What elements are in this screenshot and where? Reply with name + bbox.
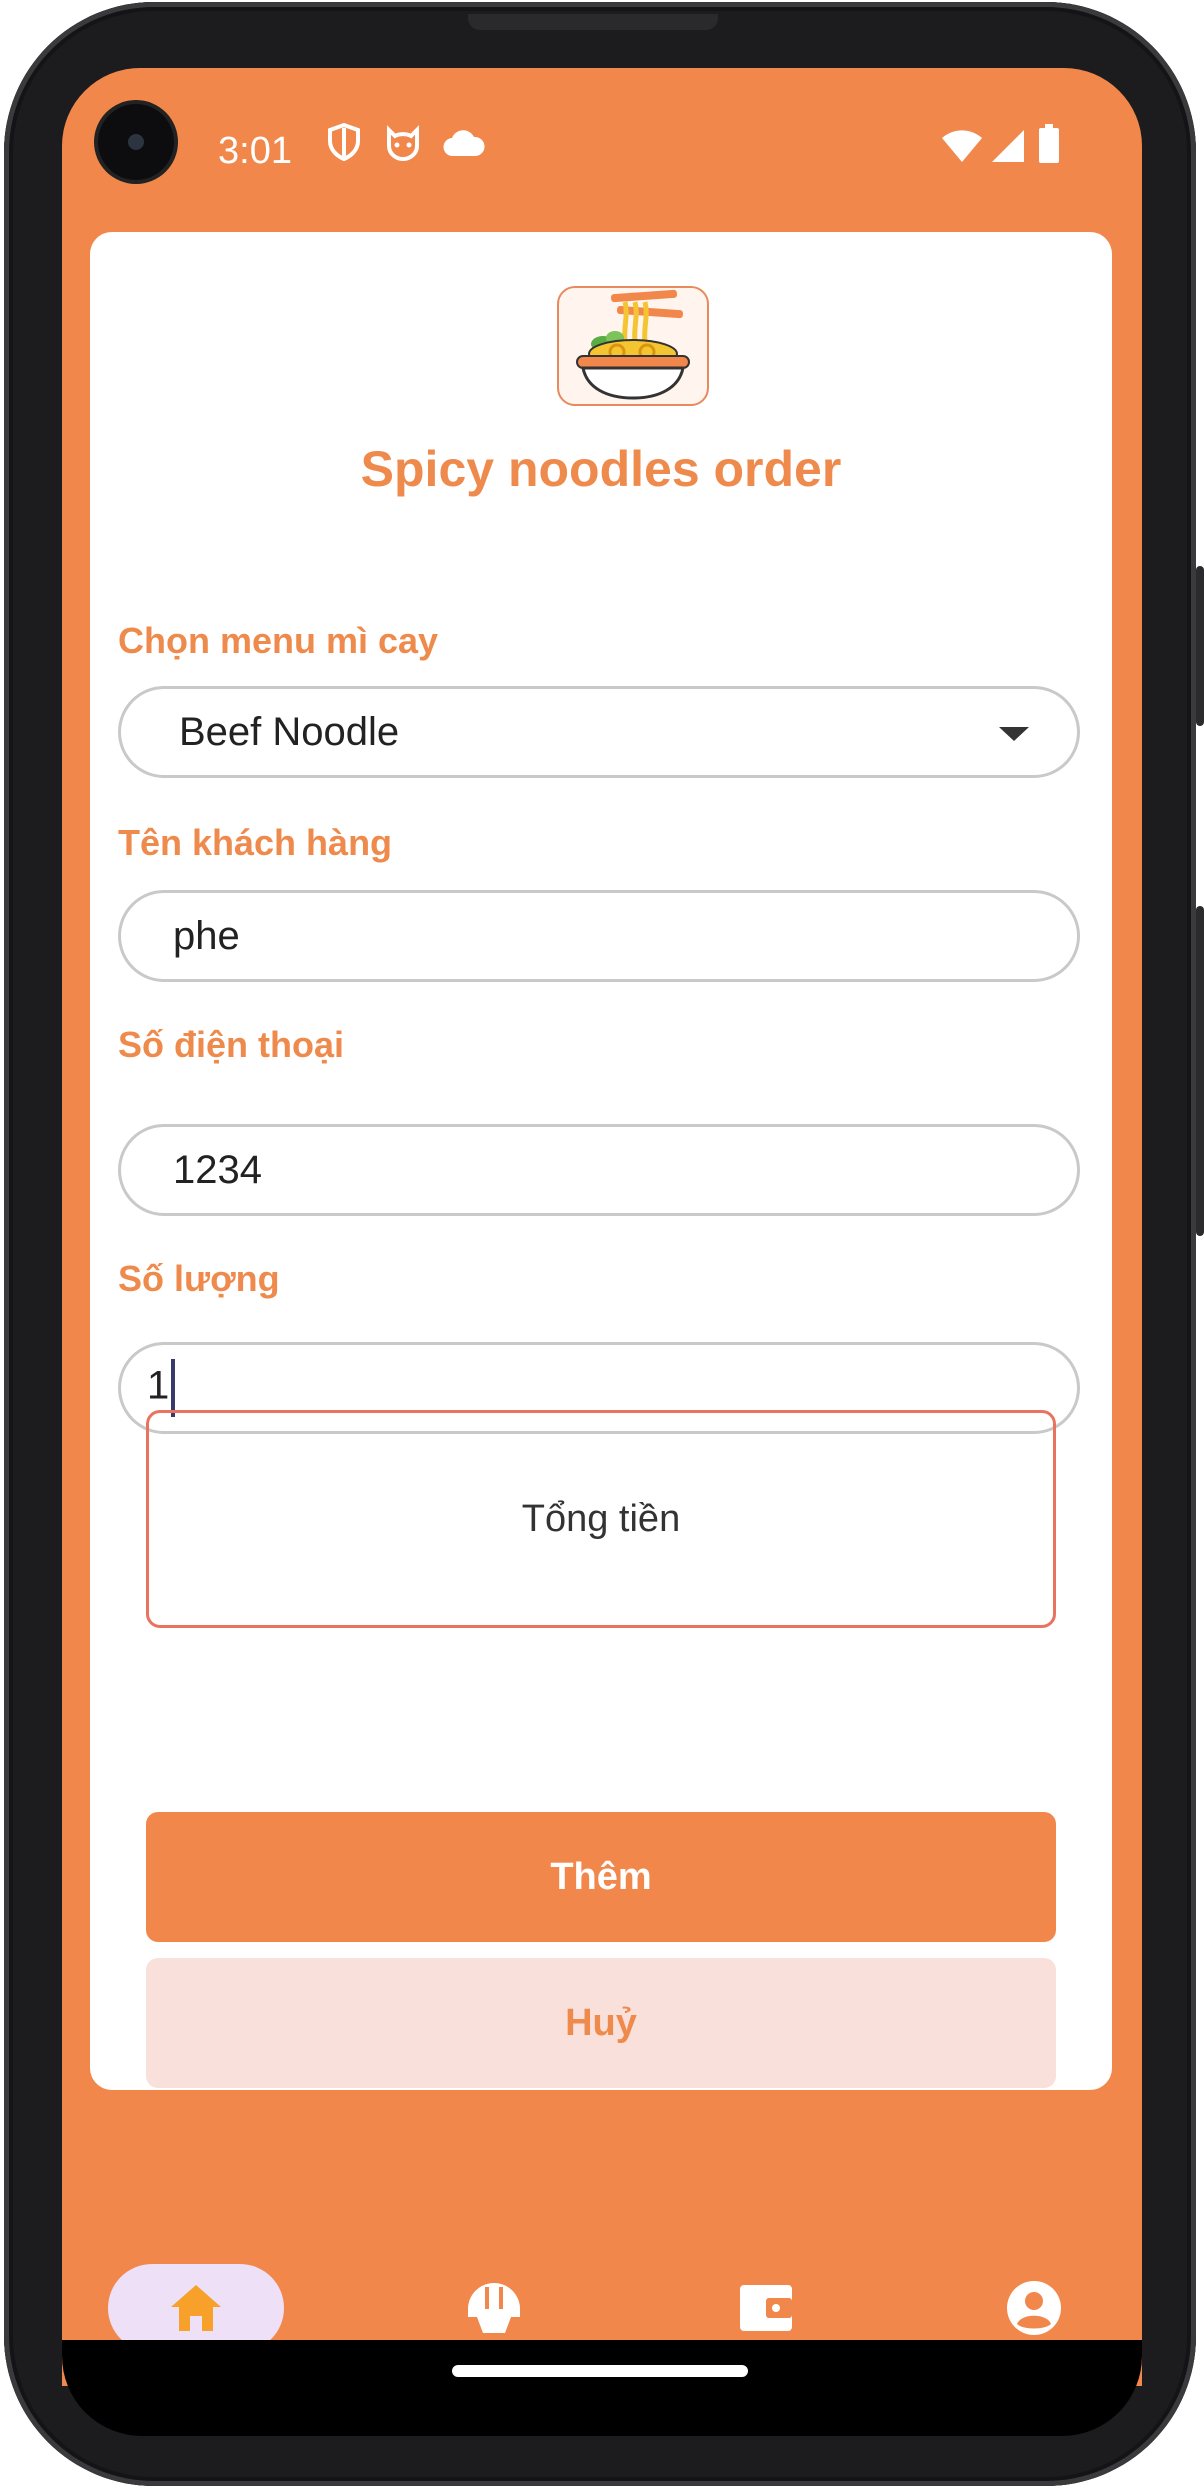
quantity-value: 1: [121, 1359, 176, 1417]
nav-item-menu[interactable]: [434, 2264, 554, 2352]
nav-item-home[interactable]: [108, 2264, 284, 2352]
side-button-power: [1196, 906, 1204, 1236]
quantity-label: Số lượng: [118, 1258, 280, 1299]
app-screen: 3:01 Spicy noodles order Chọn menu mì ca…: [62, 68, 1142, 2386]
gesture-bar-area: [62, 2340, 1142, 2436]
home-gesture-handle[interactable]: [452, 2365, 748, 2377]
add-button[interactable]: Thêm: [146, 1812, 1056, 1942]
wallet-icon: [740, 2285, 792, 2331]
cat-face-icon: [387, 125, 419, 161]
phone-field[interactable]: 1234: [118, 1124, 1080, 1216]
page-title: Spicy noodles order: [360, 441, 842, 497]
vpn-shield-icon: [328, 122, 360, 162]
menu-label: Chọn menu mì cay: [118, 620, 439, 661]
rice-bowl-icon: [468, 2283, 520, 2333]
customer-name-field[interactable]: phe: [118, 890, 1080, 982]
noodle-bowl-icon: [557, 286, 709, 406]
order-form-card: Spicy noodles order Chọn menu mì cay Bee…: [90, 232, 1112, 2090]
menu-dropdown[interactable]: Beef Noodle: [118, 686, 1080, 778]
cancel-button-label: Huỷ: [565, 2001, 637, 2044]
chevron-down-icon: [999, 727, 1029, 741]
customer-name-label: Tên khách hàng: [118, 822, 393, 863]
status-time: 3:01: [218, 130, 292, 172]
nav-item-profile[interactable]: [974, 2264, 1094, 2352]
add-button-label: Thêm: [550, 1855, 652, 1898]
total-price-label: Tổng tiền: [521, 1497, 681, 1540]
nav-item-wallet[interactable]: [706, 2264, 826, 2352]
cancel-button[interactable]: Huỷ: [146, 1958, 1056, 2088]
wifi-icon: [942, 130, 982, 162]
customer-name-value: phe: [173, 913, 240, 958]
cell-signal-icon: [992, 130, 1024, 162]
account-icon: [1007, 2281, 1061, 2335]
side-button-volume: [1196, 566, 1204, 726]
earpiece-speaker: [468, 14, 718, 30]
phone-value: 1234: [173, 1147, 262, 1192]
phone-device: 3:01 Spicy noodles order Chọn menu mì ca…: [0, 0, 1204, 2491]
cloud-icon: [443, 130, 485, 157]
battery-icon: [1039, 124, 1059, 163]
front-camera: [98, 104, 174, 180]
text-cursor: [171, 1359, 176, 1417]
phone-label: Số điện thoại: [118, 1024, 345, 1065]
menu-selected-value: Beef Noodle: [179, 709, 400, 754]
total-price-box: Tổng tiền: [146, 1410, 1056, 1628]
home-icon: [171, 2285, 221, 2331]
